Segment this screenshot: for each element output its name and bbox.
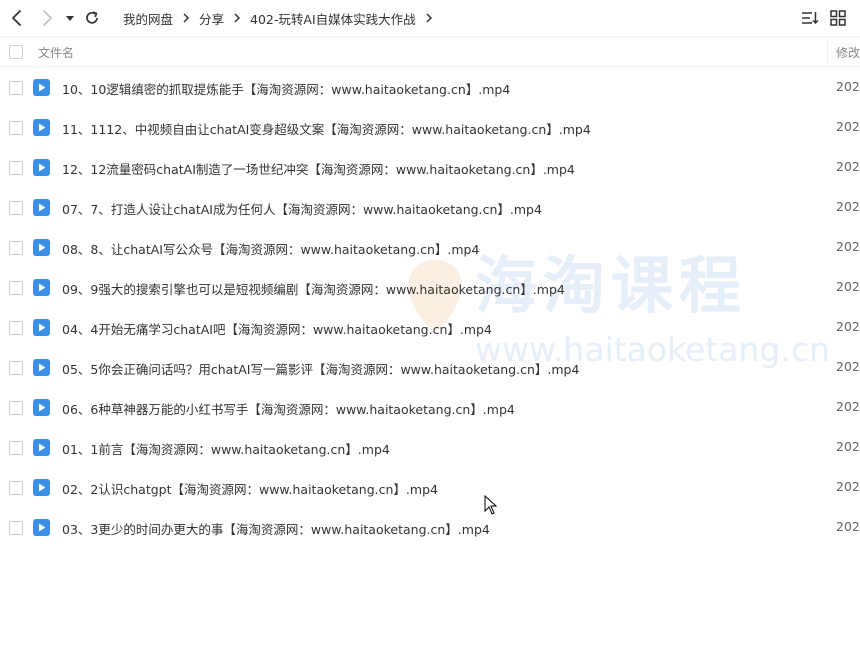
file-modified-date: 2025 (836, 439, 860, 454)
file-row[interactable]: 06、6种草神器万能的小红书写手【海淘资源网：www.haitaoketang.… (0, 387, 860, 427)
video-file-icon (33, 159, 50, 176)
file-modified-date: 2025 (836, 479, 860, 494)
file-row[interactable]: 09、9强大的搜索引擎也可以是短视频编剧【海淘资源网：www.haitaoket… (0, 267, 860, 307)
file-checkbox[interactable] (9, 241, 23, 255)
file-modified-date: 2025 (836, 119, 860, 134)
file-checkbox[interactable] (9, 121, 23, 135)
file-name[interactable]: 02、2认识chatgpt【海淘资源网：www.haitaoketang.cn】… (62, 479, 438, 498)
breadcrumb-separator-icon (425, 13, 433, 23)
breadcrumb-separator-icon (182, 13, 190, 23)
file-checkbox[interactable] (9, 401, 23, 415)
file-row[interactable]: 05、5你会正确问话吗？用chatAI写一篇影评【海淘资源网：www.haita… (0, 347, 860, 387)
file-row[interactable]: 11、1112、中视频自由让chatAI变身超级文案【海淘资源网：www.hai… (0, 107, 860, 147)
breadcrumb-item[interactable]: 分享 (199, 9, 224, 28)
history-dropdown-icon[interactable] (63, 9, 77, 27)
file-row[interactable]: 03、3更少的时间办更大的事【海淘资源网：www.haitaoketang.cn… (0, 507, 860, 547)
file-name[interactable]: 08、8、让chatAI写公众号【海淘资源网：www.haitaoketang.… (62, 239, 479, 258)
file-name[interactable]: 01、1前言【海淘资源网：www.haitaoketang.cn】.mp4 (62, 439, 390, 458)
video-file-icon (33, 359, 50, 376)
column-header-name[interactable]: 文件名 (38, 44, 74, 61)
file-checkbox[interactable] (9, 361, 23, 375)
file-modified-date: 2025 (836, 319, 860, 334)
video-file-icon (33, 239, 50, 256)
file-checkbox[interactable] (9, 81, 23, 95)
file-checkbox[interactable] (9, 441, 23, 455)
file-checkbox[interactable] (9, 201, 23, 215)
refresh-icon[interactable] (83, 9, 101, 27)
breadcrumb-item[interactable]: 402-玩转AI自媒体实践大作战 (250, 9, 416, 28)
file-modified-date: 2025 (836, 279, 860, 294)
toolbar: 我的网盘 分享 402-玩转AI自媒体实践大作战 (0, 0, 860, 36)
video-file-icon (33, 79, 50, 96)
video-file-icon (33, 479, 50, 496)
breadcrumb: 我的网盘 分享 402-玩转AI自媒体实践大作战 (123, 0, 442, 36)
mouse-cursor-icon (484, 495, 498, 515)
file-modified-date: 2025 (836, 519, 860, 534)
video-file-icon (33, 519, 50, 536)
file-row[interactable]: 04、4开始无痛学习chatAI吧【海淘资源网：www.haitaoketang… (0, 307, 860, 347)
file-name[interactable]: 10、10逻辑缜密的抓取提炼能手【海淘资源网：www.haitaoketang.… (62, 79, 510, 98)
forward-icon[interactable] (38, 9, 56, 27)
video-file-icon (33, 199, 50, 216)
file-name[interactable]: 04、4开始无痛学习chatAI吧【海淘资源网：www.haitaoketang… (62, 319, 492, 338)
column-header-modified[interactable]: 修改 (836, 44, 860, 61)
sort-icon[interactable] (801, 9, 819, 27)
video-file-icon (33, 319, 50, 336)
file-modified-date: 2025 (836, 159, 860, 174)
file-checkbox[interactable] (9, 321, 23, 335)
file-row[interactable]: 10、10逻辑缜密的抓取提炼能手【海淘资源网：www.haitaoketang.… (0, 67, 860, 107)
file-checkbox[interactable] (9, 161, 23, 175)
breadcrumb-separator-icon (233, 13, 241, 23)
file-modified-date: 2025 (836, 79, 860, 94)
list-header: 文件名 修改 (0, 36, 860, 67)
file-name[interactable]: 07、7、打造人设让chatAI成为任何人【海淘资源网：www.haitaoke… (62, 199, 542, 218)
column-divider[interactable] (827, 40, 828, 64)
file-row[interactable]: 08、8、让chatAI写公众号【海淘资源网：www.haitaoketang.… (0, 227, 860, 267)
select-all-checkbox[interactable] (9, 45, 23, 59)
breadcrumb-item[interactable]: 我的网盘 (123, 9, 173, 28)
video-file-icon (33, 119, 50, 136)
grid-view-icon[interactable] (829, 9, 847, 27)
file-modified-date: 2025 (836, 239, 860, 254)
file-modified-date: 2025 (836, 399, 860, 414)
file-list: 10、10逻辑缜密的抓取提炼能手【海淘资源网：www.haitaoketang.… (0, 67, 860, 547)
file-checkbox[interactable] (9, 521, 23, 535)
file-checkbox[interactable] (9, 481, 23, 495)
file-row[interactable]: 01、1前言【海淘资源网：www.haitaoketang.cn】.mp4 202… (0, 427, 860, 467)
file-name[interactable]: 05、5你会正确问话吗？用chatAI写一篇影评【海淘资源网：www.haita… (62, 359, 579, 378)
video-file-icon (33, 439, 50, 456)
file-name[interactable]: 12、12流量密码chatAI制造了一场世纪冲突【海淘资源网：www.haita… (62, 159, 575, 178)
back-icon[interactable] (8, 9, 26, 27)
file-modified-date: 2025 (836, 199, 860, 214)
file-row[interactable]: 02、2认识chatgpt【海淘资源网：www.haitaoketang.cn】… (0, 467, 860, 507)
file-name[interactable]: 06、6种草神器万能的小红书写手【海淘资源网：www.haitaoketang.… (62, 399, 515, 418)
file-name[interactable]: 09、9强大的搜索引擎也可以是短视频编剧【海淘资源网：www.haitaoket… (62, 279, 565, 298)
video-file-icon (33, 399, 50, 416)
file-name[interactable]: 03、3更少的时间办更大的事【海淘资源网：www.haitaoketang.cn… (62, 519, 490, 538)
file-modified-date: 2025 (836, 359, 860, 374)
file-row[interactable]: 07、7、打造人设让chatAI成为任何人【海淘资源网：www.haitaoke… (0, 187, 860, 227)
file-row[interactable]: 12、12流量密码chatAI制造了一场世纪冲突【海淘资源网：www.haita… (0, 147, 860, 187)
video-file-icon (33, 279, 50, 296)
file-name[interactable]: 11、1112、中视频自由让chatAI变身超级文案【海淘资源网：www.hai… (62, 119, 591, 138)
file-checkbox[interactable] (9, 281, 23, 295)
